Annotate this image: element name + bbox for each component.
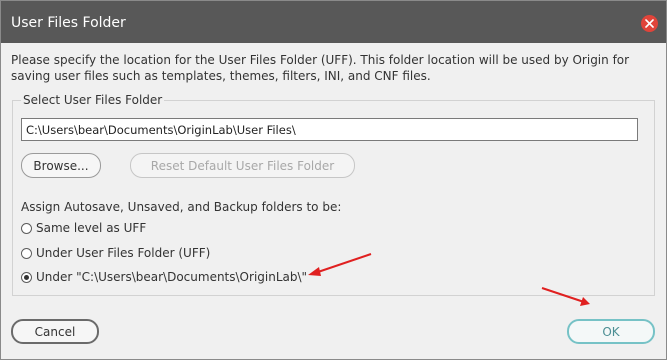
user-files-folder-dialog: User Files Folder Please specify the loc… bbox=[0, 0, 667, 360]
annotation-arrow-icon bbox=[541, 287, 590, 306]
annotation-arrows bbox=[308, 253, 590, 306]
annotation-arrow-icon bbox=[308, 253, 372, 276]
